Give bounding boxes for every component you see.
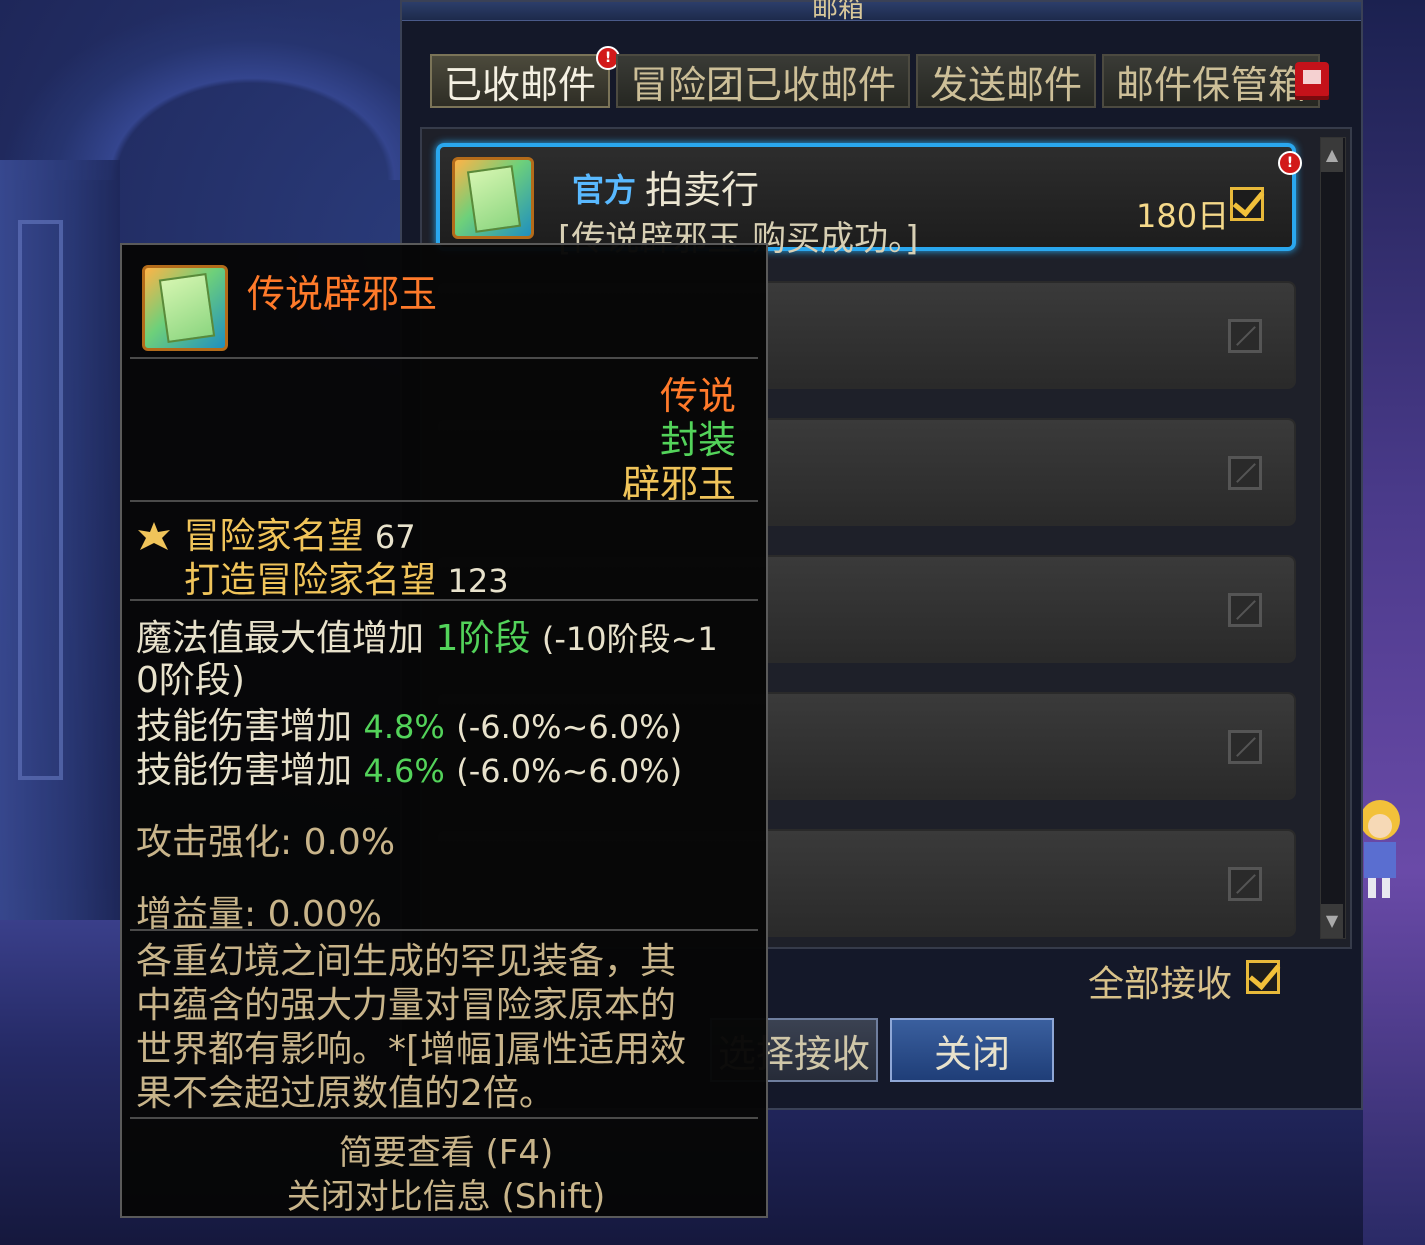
stat-value: 4.6% xyxy=(363,752,445,790)
mail-checkbox[interactable] xyxy=(1228,867,1262,901)
stat-range: (-6.0%~6.0%) xyxy=(456,752,683,790)
mail-checkbox[interactable] xyxy=(1228,593,1262,627)
tab-received[interactable]: 已收邮件 ! xyxy=(430,46,621,108)
background-arch xyxy=(0,0,420,180)
pillar-panel xyxy=(18,220,63,780)
background-right xyxy=(1363,0,1425,1245)
scroll-up-icon[interactable]: ▲ xyxy=(1321,138,1343,172)
craft-fame-row: 打造冒险家名望 123 xyxy=(184,551,509,603)
tab-send-label: 发送邮件 xyxy=(930,62,1083,107)
attack-enhance: 攻击强化: 0.0% xyxy=(136,822,396,863)
divider xyxy=(130,357,758,359)
mailbox-icon[interactable] xyxy=(1295,62,1329,96)
mail-checkbox[interactable] xyxy=(1230,187,1264,221)
select-all-label: 全部接收 xyxy=(1088,964,1233,1005)
stat-value: 1阶段 xyxy=(435,618,531,659)
description-line: 果不会超过原数值的2倍。 xyxy=(136,1073,555,1114)
tab-guild-received-label: 冒险团已收邮件 xyxy=(630,62,897,107)
item-description: 各重幻境之间生成的罕见装备，其 中蕴含的强大力量对冒险家原本的 世界都有影响。*… xyxy=(136,940,696,1116)
description-line: 中蕴含的强大力量对冒险家原本的 xyxy=(136,985,677,1026)
mail-sender: 拍卖行 xyxy=(645,168,760,212)
background-pillar xyxy=(0,160,120,920)
window-title: 邮箱 xyxy=(812,0,865,24)
description-line: 世界都有影响。*[增幅]属性适用效 xyxy=(136,1029,687,1070)
item-name: 传说辟邪玉 xyxy=(247,272,438,316)
mail-days-left: 180日 xyxy=(1136,197,1230,235)
tab-guild-received[interactable]: 冒险团已收邮件 xyxy=(616,54,911,108)
window-title-bar[interactable]: 邮箱 xyxy=(402,0,1361,24)
mail-checkbox[interactable] xyxy=(1228,456,1262,490)
item-tooltip: 传说辟邪玉 传说 封装 辟邪玉 冒险家名望 67 打造冒险家名望 123 魔法值… xyxy=(120,243,768,1218)
stat-range: (-10阶段~1 xyxy=(541,620,718,658)
item-card-icon xyxy=(142,265,228,351)
select-all-checkbox[interactable] xyxy=(1246,960,1280,994)
stat-label: 技能伤害增加 xyxy=(136,750,353,791)
item-card-icon xyxy=(452,157,534,239)
stat-row: 技能伤害增加 4.6% (-6.0%~6.0%) xyxy=(136,741,682,793)
mail-checkbox[interactable] xyxy=(1228,319,1262,353)
divider xyxy=(130,599,758,601)
craft-fame-value: 123 xyxy=(447,562,509,600)
scroll-down-icon[interactable]: ▼ xyxy=(1321,904,1343,938)
close-compare-hint: 关闭对比信息 (Shift) xyxy=(286,1177,606,1217)
mail-list-scrollbar[interactable]: ▲ ▼ xyxy=(1320,137,1346,939)
stat-range-continued: 0阶段) xyxy=(136,660,245,701)
divider xyxy=(130,1117,758,1119)
close-button[interactable]: 关闭 xyxy=(890,1018,1054,1082)
fame-icon xyxy=(138,522,170,550)
brief-view-hint: 简要查看 (F4) xyxy=(338,1133,554,1173)
alert-icon: ! xyxy=(1278,151,1302,175)
divider xyxy=(130,500,758,502)
tab-storage[interactable]: 邮件保管箱 xyxy=(1102,54,1321,108)
mail-tabs: 已收邮件 ! 冒险团已收邮件 发送邮件 邮件保管箱 xyxy=(430,46,1321,110)
craft-fame-label: 打造冒险家名望 xyxy=(184,560,437,601)
tab-storage-label: 邮件保管箱 xyxy=(1116,62,1307,107)
description-line: 各重幻境之间生成的罕见装备，其 xyxy=(136,941,677,982)
tab-send[interactable]: 发送邮件 xyxy=(916,54,1097,108)
tab-received-label: 已收邮件 xyxy=(444,62,597,107)
divider xyxy=(130,929,758,931)
official-tag: 官方 xyxy=(572,171,637,209)
mail-item-selected[interactable]: 官方 拍卖行 [传说辟邪玉 购买成功。] 180日 ! xyxy=(436,143,1302,259)
mail-checkbox[interactable] xyxy=(1228,730,1262,764)
